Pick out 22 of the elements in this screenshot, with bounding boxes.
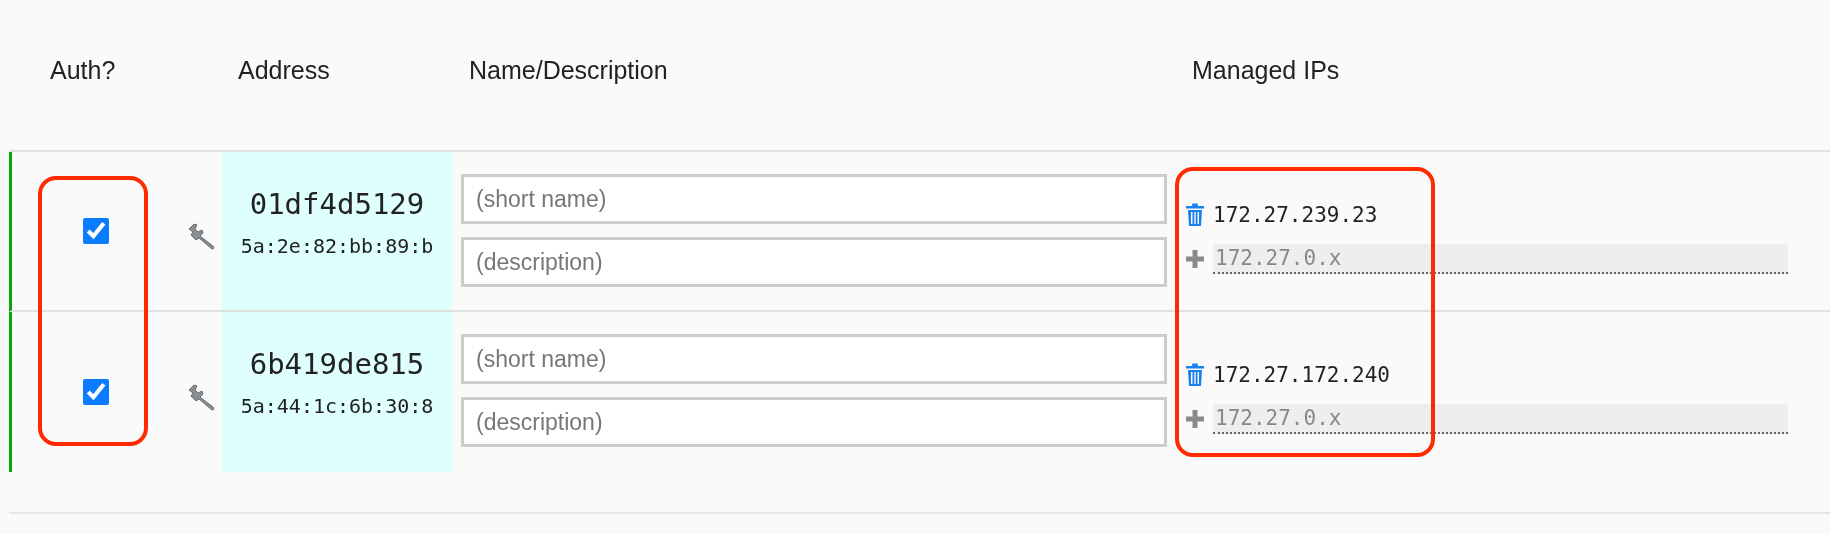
delete-icon[interactable] (1185, 363, 1205, 387)
description-field[interactable]: (description) (461, 397, 1167, 447)
ip-address: 172.27.239.23 (1213, 203, 1378, 227)
column-header: Auth? (50, 56, 116, 85)
device-id: 6b419de815 (249, 346, 425, 382)
new-ip-field[interactable]: 172.27.0.x (1213, 404, 1788, 434)
ip-address: 172.27.172.240 (1213, 363, 1390, 387)
column-header: Managed IPs (1192, 56, 1340, 85)
new-ip-field[interactable]: 172.27.0.x (1213, 244, 1788, 274)
add-icon[interactable] (1185, 249, 1205, 269)
name-field[interactable]: (short name) (461, 174, 1167, 224)
device-id: 01df4d5129 (249, 186, 425, 222)
delete-icon[interactable] (1185, 203, 1205, 227)
name-field[interactable]: (short name) (461, 334, 1167, 384)
column-header: Address (238, 56, 330, 85)
auth-checkbox[interactable] (83, 379, 109, 405)
column-header: Name/Description (469, 56, 668, 85)
description-field[interactable]: (description) (461, 237, 1167, 287)
mac-address: 5a:44:1c:6b:30:8 (240, 394, 434, 418)
mac-address: 5a:2e:82:bb:89:b (240, 234, 434, 258)
auth-checkbox[interactable] (83, 218, 109, 244)
add-icon[interactable] (1185, 409, 1205, 429)
